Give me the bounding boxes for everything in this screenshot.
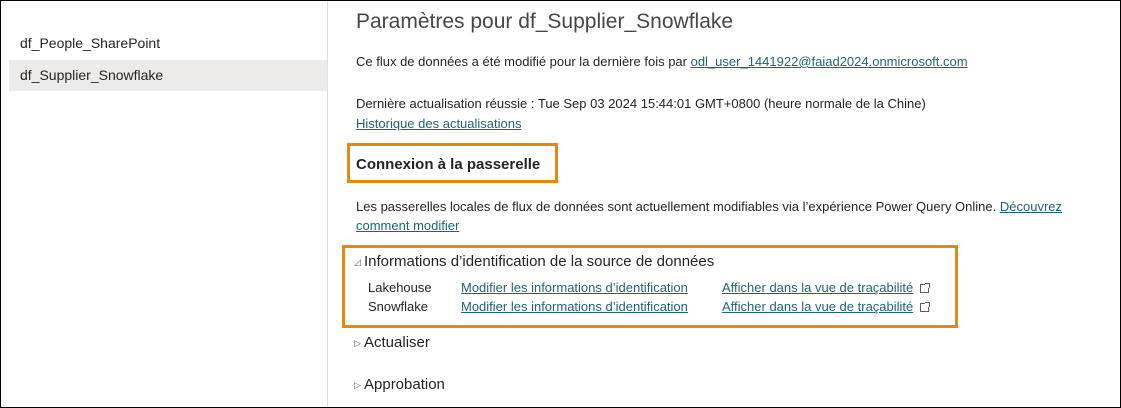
gateway-description-line2: comment modifier xyxy=(356,218,459,233)
refresh-section-label: Actualiser xyxy=(364,334,430,351)
sidebar: df_People_SharePoint df_Supplier_Snowfla… xyxy=(1,1,328,407)
edit-credentials-link[interactable]: Modifier les informations d’identificati… xyxy=(461,299,688,314)
credential-source-name: Lakehouse xyxy=(368,280,432,295)
credentials-expander[interactable]: ◿ Informations d’identification de la sou… xyxy=(354,253,714,270)
endorsement-section-expander[interactable]: ▷ Approbation xyxy=(354,376,445,393)
collapse-triangle-icon: ◿ xyxy=(354,257,361,267)
external-link-icon[interactable] xyxy=(920,283,931,293)
gateway-description: Les passerelles locales de flux de donné… xyxy=(356,199,1062,214)
modified-by-user-link[interactable]: odl_user_1441922@faiad2024.onmicrosoft.c… xyxy=(691,54,968,69)
learn-more-link-cont[interactable]: comment modifier xyxy=(356,218,459,233)
edit-credentials-link[interactable]: Modifier les informations d’identificati… xyxy=(461,280,688,295)
view-lineage-link[interactable]: Afficher dans la vue de traçabilité xyxy=(722,299,913,314)
settings-panel: Paramètres pour df_Supplier_Snowflake Ce… xyxy=(342,0,1121,408)
learn-more-link[interactable]: Découvrez xyxy=(1000,199,1062,214)
sidebar-item-df-people-sharepoint[interactable]: df_People_SharePoint xyxy=(9,28,327,59)
refresh-history-container: Historique des actualisations xyxy=(356,116,521,131)
modified-by-prefix: Ce flux de données a été modifié pour la… xyxy=(356,54,691,69)
gateway-text: Les passerelles locales de flux de donné… xyxy=(356,199,1000,214)
credentials-heading: Informations d’identification de la sour… xyxy=(364,253,715,270)
gateway-heading: Connexion à la passerelle xyxy=(356,156,541,173)
view-lineage-link[interactable]: Afficher dans la vue de traçabilité xyxy=(722,280,913,295)
sidebar-item-df-supplier-snowflake[interactable]: df_Supplier_Snowflake xyxy=(9,60,327,91)
modified-by-text: Ce flux de données a été modifié pour la… xyxy=(356,54,968,69)
refresh-history-link[interactable]: Historique des actualisations xyxy=(356,116,521,131)
endorsement-section-label: Approbation xyxy=(364,376,445,393)
expand-triangle-icon: ▷ xyxy=(354,338,361,348)
last-refresh-text: Dernière actualisation réussie : Tue Sep… xyxy=(356,96,926,111)
external-link-icon[interactable] xyxy=(920,302,931,312)
expand-triangle-icon: ▷ xyxy=(354,380,361,390)
credential-source-name: Snowflake xyxy=(368,299,428,314)
page-title: Paramètres pour df_Supplier_Snowflake xyxy=(356,10,734,33)
refresh-section-expander[interactable]: ▷ Actualiser xyxy=(354,334,430,351)
